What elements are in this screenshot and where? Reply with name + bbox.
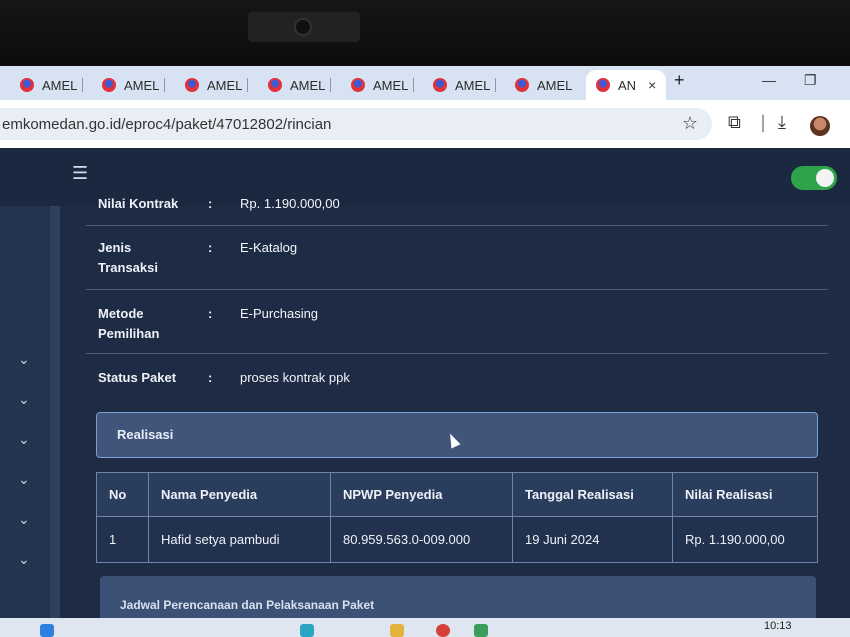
browser-tab[interactable]: AMEL: [433, 70, 497, 100]
column-header: NPWP Penyedia: [330, 472, 513, 517]
tab-label: AMEL: [290, 77, 326, 93]
tab-label: AMEL: [42, 77, 78, 93]
amel-favicon-icon: [515, 78, 529, 92]
amel-favicon-icon: [433, 78, 447, 92]
column-header: Nilai Realisasi: [672, 472, 818, 517]
sidebar-rail: [50, 206, 60, 618]
column-header: No: [96, 472, 149, 517]
tab-close-icon[interactable]: ×: [648, 77, 656, 93]
browser-tab-strip: AMEL AMEL AMEL AMEL AMEL AMEL AMEL AN ×: [0, 66, 850, 100]
webcam: [248, 12, 360, 42]
detail-label: Status Paket: [98, 370, 177, 385]
table-cell: 80.959.563.0-009.000: [330, 516, 513, 563]
jadwal-section-header[interactable]: Jadwal Perencanaan dan Pelaksanaan Paket: [100, 576, 816, 620]
detail-value: proses kontrak ppk: [240, 370, 350, 385]
section-title: Jadwal Perencanaan dan Pelaksanaan Paket: [120, 598, 375, 612]
address-bar-row: emkomedan.go.id/eproc4/paket/47012802/ri…: [0, 100, 850, 148]
tab-label: AMEL: [124, 77, 160, 93]
download-icon[interactable]: ⤓: [778, 112, 786, 133]
sidebar: ⌄ ⌄ ⌄ ⌄ ⌄ ⌄: [0, 206, 60, 618]
browser-tab[interactable]: AMEL: [268, 70, 332, 100]
detail-colon: :: [208, 240, 213, 255]
tab-label: AMEL: [373, 77, 409, 93]
tab-label: AMEL: [537, 77, 573, 93]
amel-favicon-icon: [351, 78, 365, 92]
detail-row-status-paket: Status Paket : proses kontrak ppk: [86, 354, 828, 400]
detail-value: E-Katalog: [240, 240, 298, 255]
amel-favicon-icon: [185, 78, 199, 92]
browser-tab[interactable]: AMEL: [515, 70, 572, 100]
detail-colon: :: [208, 370, 213, 385]
amel-favicon-icon: [268, 78, 282, 92]
start-icon[interactable]: [40, 624, 54, 637]
folder-icon[interactable]: [390, 624, 404, 637]
webcam-lens: [294, 18, 312, 36]
toolbar-divider: |: [760, 112, 767, 133]
detail-row-jenis-transaksi: Jenis Transaksi : E-Katalog: [86, 226, 828, 290]
detail-label: Jenis Transaksi: [98, 240, 158, 275]
amel-favicon-icon: [20, 78, 34, 92]
tab-label: AN: [618, 77, 637, 93]
detail-value: Rp. 1.190.000,00: [240, 196, 340, 211]
tab-label: AMEL: [207, 77, 243, 93]
tab-label: AMEL: [455, 77, 491, 93]
extensions-icon[interactable]: ⧉: [728, 112, 741, 133]
profile-avatar[interactable]: [810, 116, 830, 136]
detail-colon: :: [208, 196, 213, 211]
amel-favicon-icon: [596, 78, 610, 92]
omnibox[interactable]: emkomedan.go.id/eproc4/paket/47012802/ri…: [0, 108, 712, 140]
amel-favicon-icon: [102, 78, 116, 92]
bookmark-star-icon[interactable]: ☆: [682, 113, 698, 134]
detail-row-metode-pemilihan: Metode Pemilihan : E-Purchasing: [86, 290, 828, 354]
new-tab-button[interactable]: +: [674, 70, 685, 91]
restore-icon[interactable]: ❐: [804, 72, 817, 89]
package-detail: Nilai Kontrak : Rp. 1.190.000,00 Jenis T…: [86, 196, 830, 620]
column-header: Tanggal Realisasi: [512, 472, 673, 517]
detail-value: E-Purchasing: [240, 306, 319, 321]
chevron-down-icon[interactable]: ⌄: [18, 512, 30, 528]
chevron-down-icon[interactable]: ⌄: [18, 472, 30, 488]
taskbar-clock: 10:13: [764, 620, 792, 632]
chevron-down-icon[interactable]: ⌄: [18, 552, 30, 568]
section-title: Realisasi: [117, 427, 174, 442]
browser-tab[interactable]: AMEL: [20, 70, 84, 100]
detail-colon: :: [208, 306, 213, 321]
hamburger-menu-icon[interactable]: ☰: [72, 163, 88, 184]
browser-icon[interactable]: [436, 624, 450, 637]
table-cell: Hafid setya pambudi: [148, 516, 331, 563]
realisasi-section-header: Realisasi: [96, 412, 818, 458]
detail-row-nilai-kontrak: Nilai Kontrak : Rp. 1.190.000,00: [86, 194, 828, 226]
laptop-bezel: [0, 0, 850, 66]
detail-label: Metode Pemilihan: [98, 306, 160, 341]
detail-label: Nilai Kontrak: [98, 196, 179, 211]
column-header: Nama Penyedia: [148, 472, 331, 517]
app-icon[interactable]: [300, 624, 314, 637]
table-cell: Rp. 1.190.000,00: [672, 516, 818, 563]
browser-tab[interactable]: AMEL: [185, 70, 249, 100]
url-text[interactable]: emkomedan.go.id/eproc4/paket/47012802/ri…: [0, 116, 331, 133]
table-header-row: No Nama Penyedia NPWP Penyedia Tanggal R…: [96, 472, 818, 517]
toggle-knob: [816, 169, 834, 187]
chevron-down-icon[interactable]: ⌄: [18, 432, 30, 448]
chevron-down-icon[interactable]: ⌄: [18, 392, 30, 408]
theme-toggle[interactable]: [791, 166, 837, 190]
table-row: 1 Hafid setya pambudi 80.959.563.0-009.0…: [96, 516, 818, 563]
chevron-down-icon[interactable]: ⌄: [18, 352, 30, 368]
app-icon[interactable]: [474, 624, 488, 637]
realisasi-table: No Nama Penyedia NPWP Penyedia Tanggal R…: [96, 472, 818, 563]
browser-tab[interactable]: AMEL: [351, 70, 415, 100]
web-app: ☰ ⌄ ⌄ ⌄ ⌄ ⌄ ⌄ Nilai Kontrak : Rp. 1.190.…: [0, 148, 850, 620]
browser-tab[interactable]: AMEL: [102, 70, 166, 100]
table-cell: 1: [96, 516, 149, 563]
minimize-icon[interactable]: —: [762, 72, 776, 88]
browser-tab-active[interactable]: AN ×: [586, 70, 667, 100]
os-taskbar: 10:13: [0, 618, 850, 637]
table-cell: 19 Juni 2024: [512, 516, 673, 563]
